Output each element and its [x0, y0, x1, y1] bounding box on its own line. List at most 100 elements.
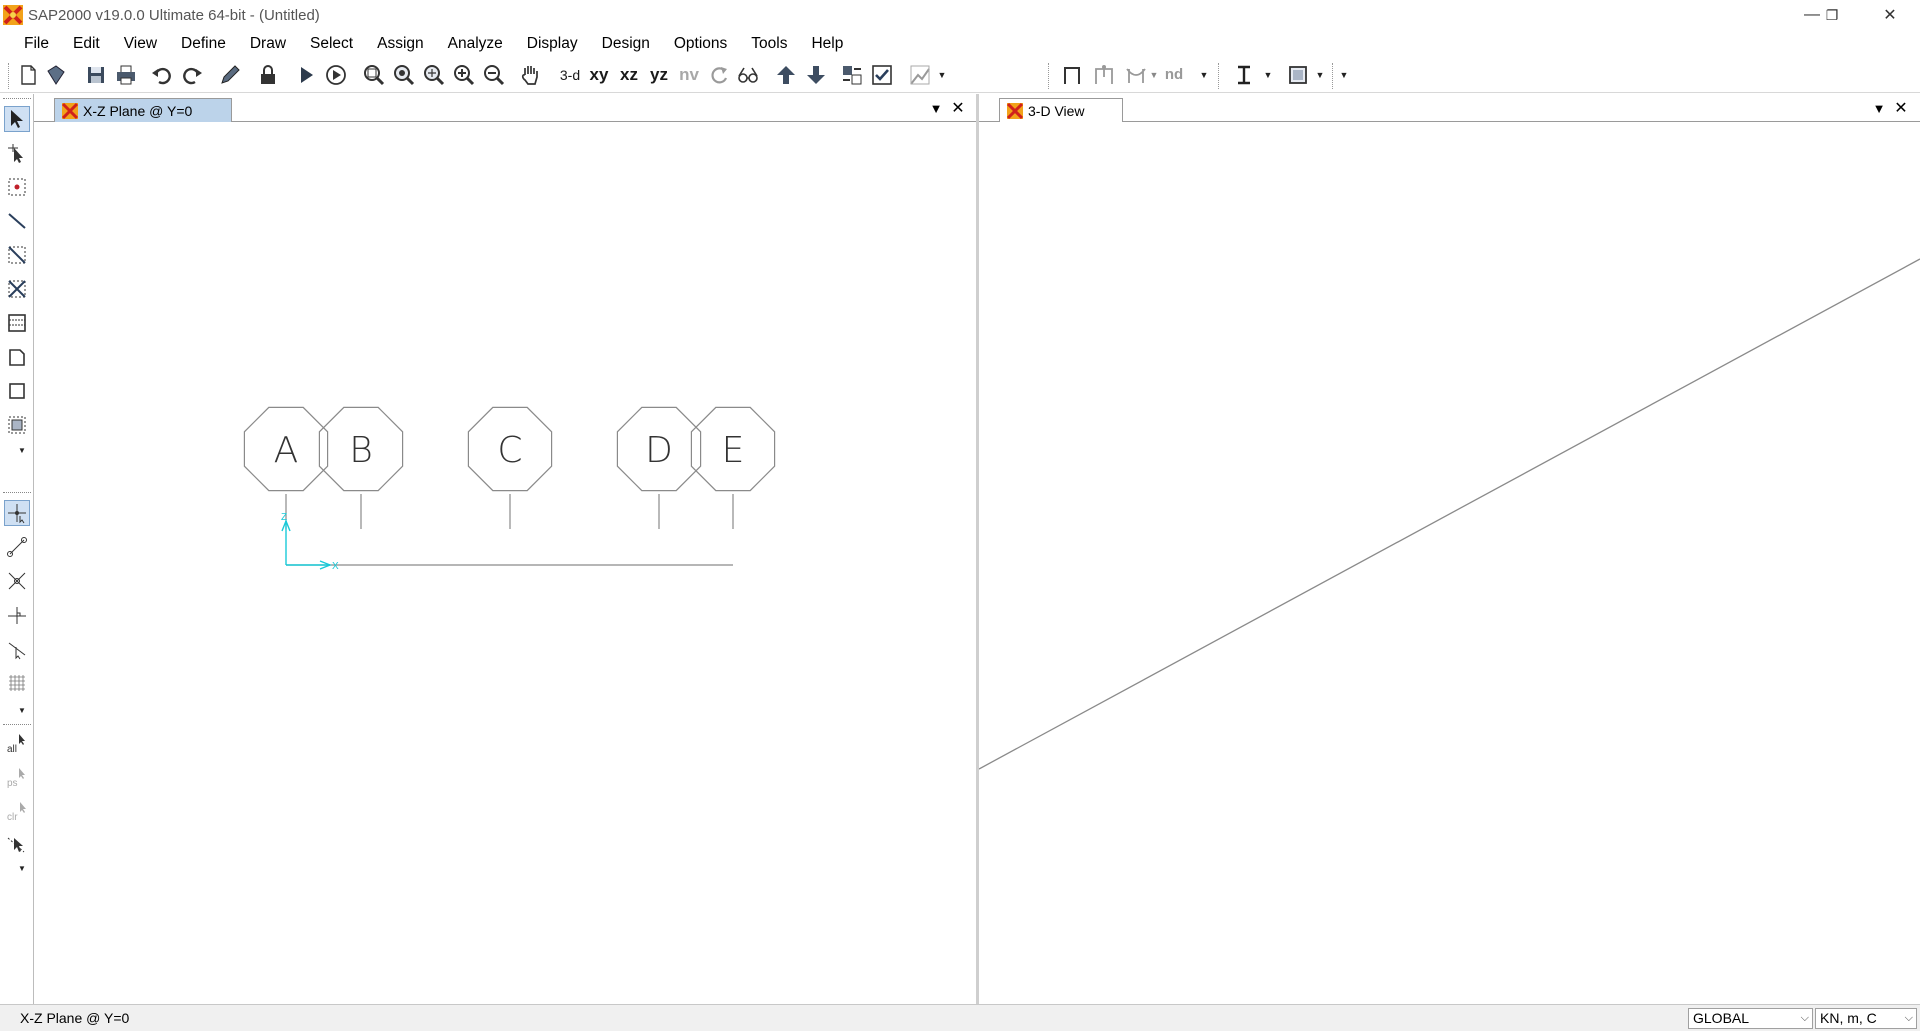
view-xz-button[interactable]: xz [616, 61, 642, 89]
quick-draw-frame-line-button[interactable] [4, 242, 30, 268]
toolbar-grip-4 [1332, 63, 1334, 89]
snap-to-points-button[interactable] [4, 500, 30, 526]
print-button[interactable] [112, 61, 140, 89]
restore-full-view-button[interactable] [390, 61, 418, 89]
intersecting-line-select-button[interactable] [4, 832, 30, 858]
snap-fine-grid-button[interactable] [4, 670, 30, 696]
draw-poly-area-button[interactable] [4, 344, 30, 370]
menu-select[interactable]: Select [298, 30, 365, 57]
open-model-button[interactable] [42, 61, 70, 89]
draw-area-dropdown-arrow[interactable]: ▼ [1314, 61, 1326, 89]
new-model-button[interactable] [14, 61, 42, 89]
menu-design[interactable]: Design [590, 30, 662, 57]
menu-assign[interactable]: Assign [365, 30, 436, 57]
redo-button[interactable] [178, 61, 206, 89]
title-bar: SAP2000 v19.0.0 Ultimate 64-bit - (Untit… [0, 0, 1920, 30]
xz-plane-canvas[interactable]: A B C D EZX [34, 123, 977, 1004]
tab-xz-plane[interactable]: X-Z Plane @ Y=0 [54, 98, 232, 122]
quick-draw-area-button[interactable] [4, 412, 30, 438]
toolbar-overflow-arrow[interactable]: ▼ [1338, 61, 1350, 89]
zoom-previous-icon [424, 65, 445, 86]
snap-tools-dropdown-arrow[interactable]: ▼ [18, 706, 26, 715]
printer-icon [117, 65, 135, 85]
snap-lines-edges-button[interactable] [4, 636, 30, 662]
clear-selection-button[interactable]: clr [4, 798, 30, 824]
right-panel-menu-arrow[interactable]: ▼ [1869, 98, 1889, 118]
snap-perpendicular-button[interactable] [4, 602, 30, 628]
grid-bubble-a[interactable]: A [243, 406, 329, 529]
reshape-tool-button[interactable] [4, 140, 30, 166]
area-tools-dropdown-arrow[interactable]: ▼ [18, 446, 26, 455]
snap-to-ends-button[interactable] [4, 534, 30, 560]
draw-secondary-beams-button[interactable] [4, 310, 30, 336]
undo-button[interactable] [148, 61, 176, 89]
zoom-out-button[interactable] [480, 61, 508, 89]
check-model-button[interactable] [868, 61, 896, 89]
right-panel-close-button[interactable]: ✕ [1891, 98, 1911, 118]
run-now-button[interactable] [322, 61, 350, 89]
draw-rectangular-area-button[interactable] [4, 378, 30, 404]
previous-zoom-button[interactable] [420, 61, 448, 89]
draw-cable-button[interactable] [1122, 61, 1150, 89]
snap-to-intersections-button[interactable] [4, 568, 30, 594]
nd-button[interactable]: nd [1160, 61, 1188, 89]
coordinate-system-select[interactable]: GLOBAL ⌵ [1688, 1008, 1813, 1029]
rubber-band-zoom-button[interactable] [360, 61, 388, 89]
3d-view-canvas[interactable] [979, 123, 1920, 1004]
chart-options-button[interactable] [906, 61, 934, 89]
toolbar-grip [8, 63, 10, 89]
menu-options[interactable]: Options [662, 30, 739, 57]
restore-button[interactable]: ❐ [1804, 0, 1860, 30]
grid-bubble-d[interactable]: D [616, 406, 702, 529]
tab-3d-view[interactable]: 3-D View [999, 98, 1123, 122]
move-up-button[interactable] [772, 61, 800, 89]
grid-line-3d [979, 258, 1920, 770]
left-panel-tabbar: X-Z Plane @ Y=0 ▼ ✕ [34, 94, 977, 122]
section-cut-dropdown-arrow[interactable]: ▼ [1262, 61, 1274, 89]
menu-tools[interactable]: Tools [739, 30, 799, 57]
select-all-button[interactable]: all [4, 730, 30, 756]
perspective-toggle-button[interactable] [734, 61, 762, 89]
menu-help[interactable]: Help [799, 30, 855, 57]
close-window-button[interactable]: ✕ [1862, 0, 1918, 30]
pan-button[interactable] [516, 61, 544, 89]
save-button[interactable] [82, 61, 110, 89]
draw-area-button[interactable] [1284, 61, 1312, 89]
menu-define[interactable]: Define [169, 30, 238, 57]
menu-draw[interactable]: Draw [238, 30, 298, 57]
draw-braces-button[interactable] [4, 276, 30, 302]
set-display-options-button[interactable] [838, 61, 866, 89]
quick-draw-frame-button[interactable] [1090, 61, 1118, 89]
view-3d-button[interactable]: 3-d [556, 61, 584, 89]
draw-frame-button[interactable] [1058, 61, 1086, 89]
section-cut-button[interactable] [1230, 61, 1258, 89]
view-yz-button[interactable]: yz [646, 61, 672, 89]
menu-display[interactable]: Display [515, 30, 590, 57]
nd-dropdown-arrow[interactable]: ▼ [1198, 61, 1210, 89]
view-nv-button[interactable]: nv [676, 61, 702, 89]
previous-selection-button[interactable]: ps [4, 764, 30, 790]
select-tools-dropdown-arrow[interactable]: ▼ [18, 864, 26, 873]
rotate-view-button[interactable] [706, 61, 734, 89]
menu-view[interactable]: View [112, 30, 169, 57]
grid-bubble-b[interactable]: B [318, 406, 404, 529]
refresh-window-button[interactable] [216, 61, 244, 89]
left-panel-menu-arrow[interactable]: ▼ [926, 98, 946, 118]
menu-file[interactable]: File [12, 30, 61, 57]
menu-analyze[interactable]: Analyze [436, 30, 515, 57]
cable-dropdown-arrow[interactable]: ▼ [1148, 61, 1160, 89]
units-select[interactable]: KN, m, C ⌵ [1815, 1008, 1917, 1029]
left-panel-close-button[interactable]: ✕ [948, 98, 968, 118]
zoom-in-button[interactable] [450, 61, 478, 89]
pointer-tool-button[interactable] [4, 106, 30, 132]
grid-bubble-c[interactable]: C [467, 406, 553, 529]
draw-frame-line-button[interactable] [4, 208, 30, 234]
view-xy-button[interactable]: xy [586, 61, 612, 89]
menu-edit[interactable]: Edit [61, 30, 112, 57]
lock-model-button[interactable] [254, 61, 282, 89]
chart-options-dropdown-arrow[interactable]: ▼ [936, 61, 948, 89]
run-analysis-button[interactable] [292, 61, 320, 89]
draw-joint-button[interactable] [4, 174, 30, 200]
grid-bubble-e[interactable]: E [690, 406, 776, 529]
move-down-button[interactable] [802, 61, 830, 89]
